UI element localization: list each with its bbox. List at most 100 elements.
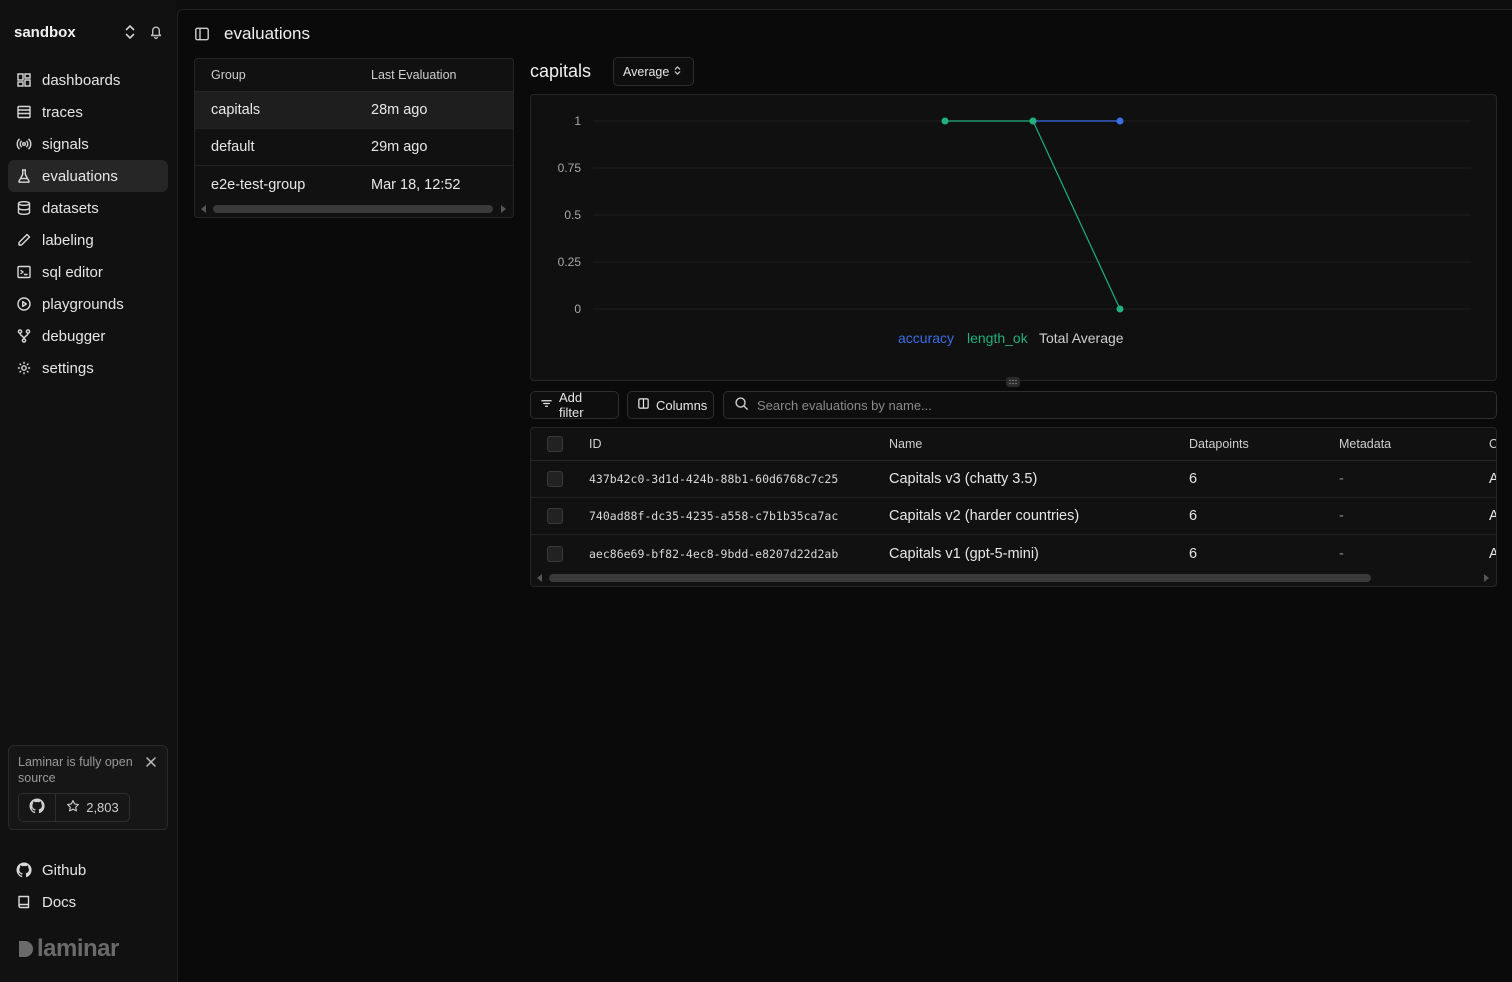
- chevron-up-down-icon: [673, 65, 682, 79]
- sidebar-item-sql-editor[interactable]: sql editor: [8, 256, 168, 288]
- table-header: Group Last Evaluation: [195, 59, 513, 92]
- scroll-right-icon[interactable]: [1484, 574, 1489, 582]
- last-evaluation: 29m ago: [371, 139, 428, 155]
- database-icon: [16, 200, 32, 216]
- resize-handle[interactable]: [1006, 377, 1020, 387]
- sidebar-item-label: debugger: [42, 327, 106, 345]
- table-row[interactable]: capitals 28m ago: [195, 92, 513, 129]
- table-row[interactable]: 740ad88f-dc35-4235-a558-c7b1b35ca7ac Cap…: [531, 498, 1496, 535]
- scroll-left-icon[interactable]: [537, 574, 542, 582]
- column-header-last-evaluation[interactable]: Last Evaluation: [355, 68, 456, 82]
- app: sandbox dashboards traces signals evalua…: [0, 0, 1512, 982]
- group-name: default: [211, 139, 255, 155]
- last-evaluation: 28m ago: [371, 102, 428, 118]
- table-row[interactable]: 437b42c0-3d1d-424b-88b1-60d6768c7c25 Cap…: [531, 461, 1496, 498]
- y-tick-label: 0.25: [558, 255, 582, 269]
- sidebar-item-label: signals: [42, 135, 89, 153]
- github-icon: [29, 798, 45, 817]
- evaluation-name: Capitals v2 (harder countries): [889, 508, 1080, 524]
- evaluation-name: Capitals v3 (chatty 3.5): [889, 471, 1038, 487]
- line-chart: 1 0.75 0.5 0.25 0 accuracy length_ok Total Aver…: [558, 114, 1471, 346]
- workspace-switcher[interactable]: sandbox: [14, 22, 170, 42]
- column-header-name[interactable]: Name: [889, 437, 922, 451]
- chevron-up-down-icon[interactable]: [122, 23, 138, 41]
- columns-button[interactable]: Columns: [627, 391, 714, 419]
- row-checkbox[interactable]: [547, 545, 563, 562]
- flask-icon: [16, 168, 32, 184]
- column-header-datapoints[interactable]: Datapoints: [1189, 437, 1249, 451]
- evaluation-metadata: -: [1339, 471, 1344, 487]
- evaluation-datapoints: 6: [1189, 545, 1198, 562]
- select-all-checkbox[interactable]: [547, 436, 563, 452]
- sidebar-nav: dashboards traces signals evaluations da…: [8, 64, 168, 384]
- book-icon: [16, 894, 32, 910]
- sidebar-item-signals[interactable]: signals: [8, 128, 168, 160]
- sidebar-item-label: traces: [42, 103, 83, 121]
- traces-icon: [16, 104, 32, 120]
- legend-item: length_ok: [967, 330, 1029, 346]
- workspace-name: sandbox: [14, 23, 76, 41]
- scroll-left-icon[interactable]: [201, 205, 206, 213]
- column-header-metadata[interactable]: Metadata: [1339, 437, 1391, 451]
- github-icon: [16, 862, 32, 878]
- evaluation-extra: A: [1489, 471, 1496, 487]
- column-header-group[interactable]: Group: [195, 68, 355, 82]
- evaluation-metadata: -: [1339, 545, 1344, 562]
- close-icon[interactable]: [145, 755, 157, 767]
- horizontal-scrollbar[interactable]: [531, 572, 1496, 584]
- evaluation-datapoints: 6: [1189, 508, 1198, 524]
- evaluation-extra: A: [1489, 508, 1496, 524]
- sidebar-item-labeling[interactable]: labeling: [8, 224, 168, 256]
- add-filter-button[interactable]: Add filter: [530, 390, 619, 420]
- group-name: e2e-test-group: [211, 176, 306, 193]
- row-checkbox[interactable]: [547, 508, 563, 524]
- evaluation-id: 740ad88f-dc35-4235-a558-c7b1b35ca7ac: [589, 509, 839, 523]
- columns-icon: [637, 397, 650, 413]
- table-row[interactable]: default 29m ago: [195, 129, 513, 166]
- table-row[interactable]: aec86e69-bf82-4ec8-9bdd-e8207d22d2ab Cap…: [531, 535, 1496, 572]
- sidebar-item-datasets[interactable]: datasets: [8, 192, 168, 224]
- sidebar-item-debugger[interactable]: debugger: [8, 320, 168, 352]
- horizontal-scrollbar[interactable]: [195, 203, 513, 215]
- aggregation-select[interactable]: Average: [613, 57, 694, 86]
- scrollbar-thumb[interactable]: [549, 574, 1371, 582]
- evaluation-extra: A: [1489, 546, 1496, 562]
- star-icon: [66, 799, 80, 816]
- github-link[interactable]: Github: [8, 854, 168, 886]
- column-header-id[interactable]: ID: [589, 437, 602, 451]
- evaluation-id: aec86e69-bf82-4ec8-9bdd-e8207d22d2ab: [589, 546, 839, 561]
- promo-buttons: 2,803: [18, 793, 130, 822]
- sidebar-item-playgrounds[interactable]: playgrounds: [8, 288, 168, 320]
- bell-icon[interactable]: [148, 23, 164, 41]
- docs-link[interactable]: Docs: [8, 886, 168, 918]
- add-filter-label: Add filter: [559, 390, 584, 420]
- star-button[interactable]: 2,803: [56, 794, 129, 821]
- sidebar-item-traces[interactable]: traces: [8, 96, 168, 128]
- sidebar-item-evaluations[interactable]: evaluations: [8, 160, 168, 192]
- legend-item: accuracy: [898, 330, 954, 346]
- main-panel: evaluations Group Last Evaluation capita…: [177, 9, 1512, 982]
- sidebar-item-settings[interactable]: settings: [8, 352, 168, 384]
- row-checkbox[interactable]: [547, 471, 563, 487]
- search-input[interactable]: [757, 397, 1496, 413]
- columns-label: Columns: [656, 397, 708, 413]
- sidebar-toggle-icon[interactable]: [194, 26, 210, 42]
- column-header-extra[interactable]: C: [1489, 437, 1496, 451]
- scrollbar-thumb[interactable]: [213, 205, 493, 213]
- legend-item: Total Average: [1039, 330, 1124, 346]
- signals-icon: [16, 136, 32, 152]
- scroll-right-icon[interactable]: [501, 205, 506, 213]
- sidebar-item-dashboards[interactable]: dashboards: [8, 64, 168, 96]
- github-button[interactable]: [19, 794, 56, 821]
- table-row[interactable]: e2e-test-group Mar 18, 12:52: [195, 166, 513, 203]
- grip-icon: [1009, 379, 1017, 385]
- sidebar-item-label: labeling: [42, 231, 94, 249]
- git-branch-icon: [16, 328, 32, 344]
- brand-name: laminar: [37, 935, 119, 962]
- evaluation-datapoints: 6: [1189, 471, 1198, 487]
- play-circle-icon: [16, 296, 32, 312]
- y-tick-label: 1: [574, 114, 581, 128]
- sidebar-item-label: playgrounds: [42, 295, 124, 313]
- sidebar-item-label: settings: [42, 359, 94, 377]
- data-point-length_ok: [1116, 305, 1124, 313]
